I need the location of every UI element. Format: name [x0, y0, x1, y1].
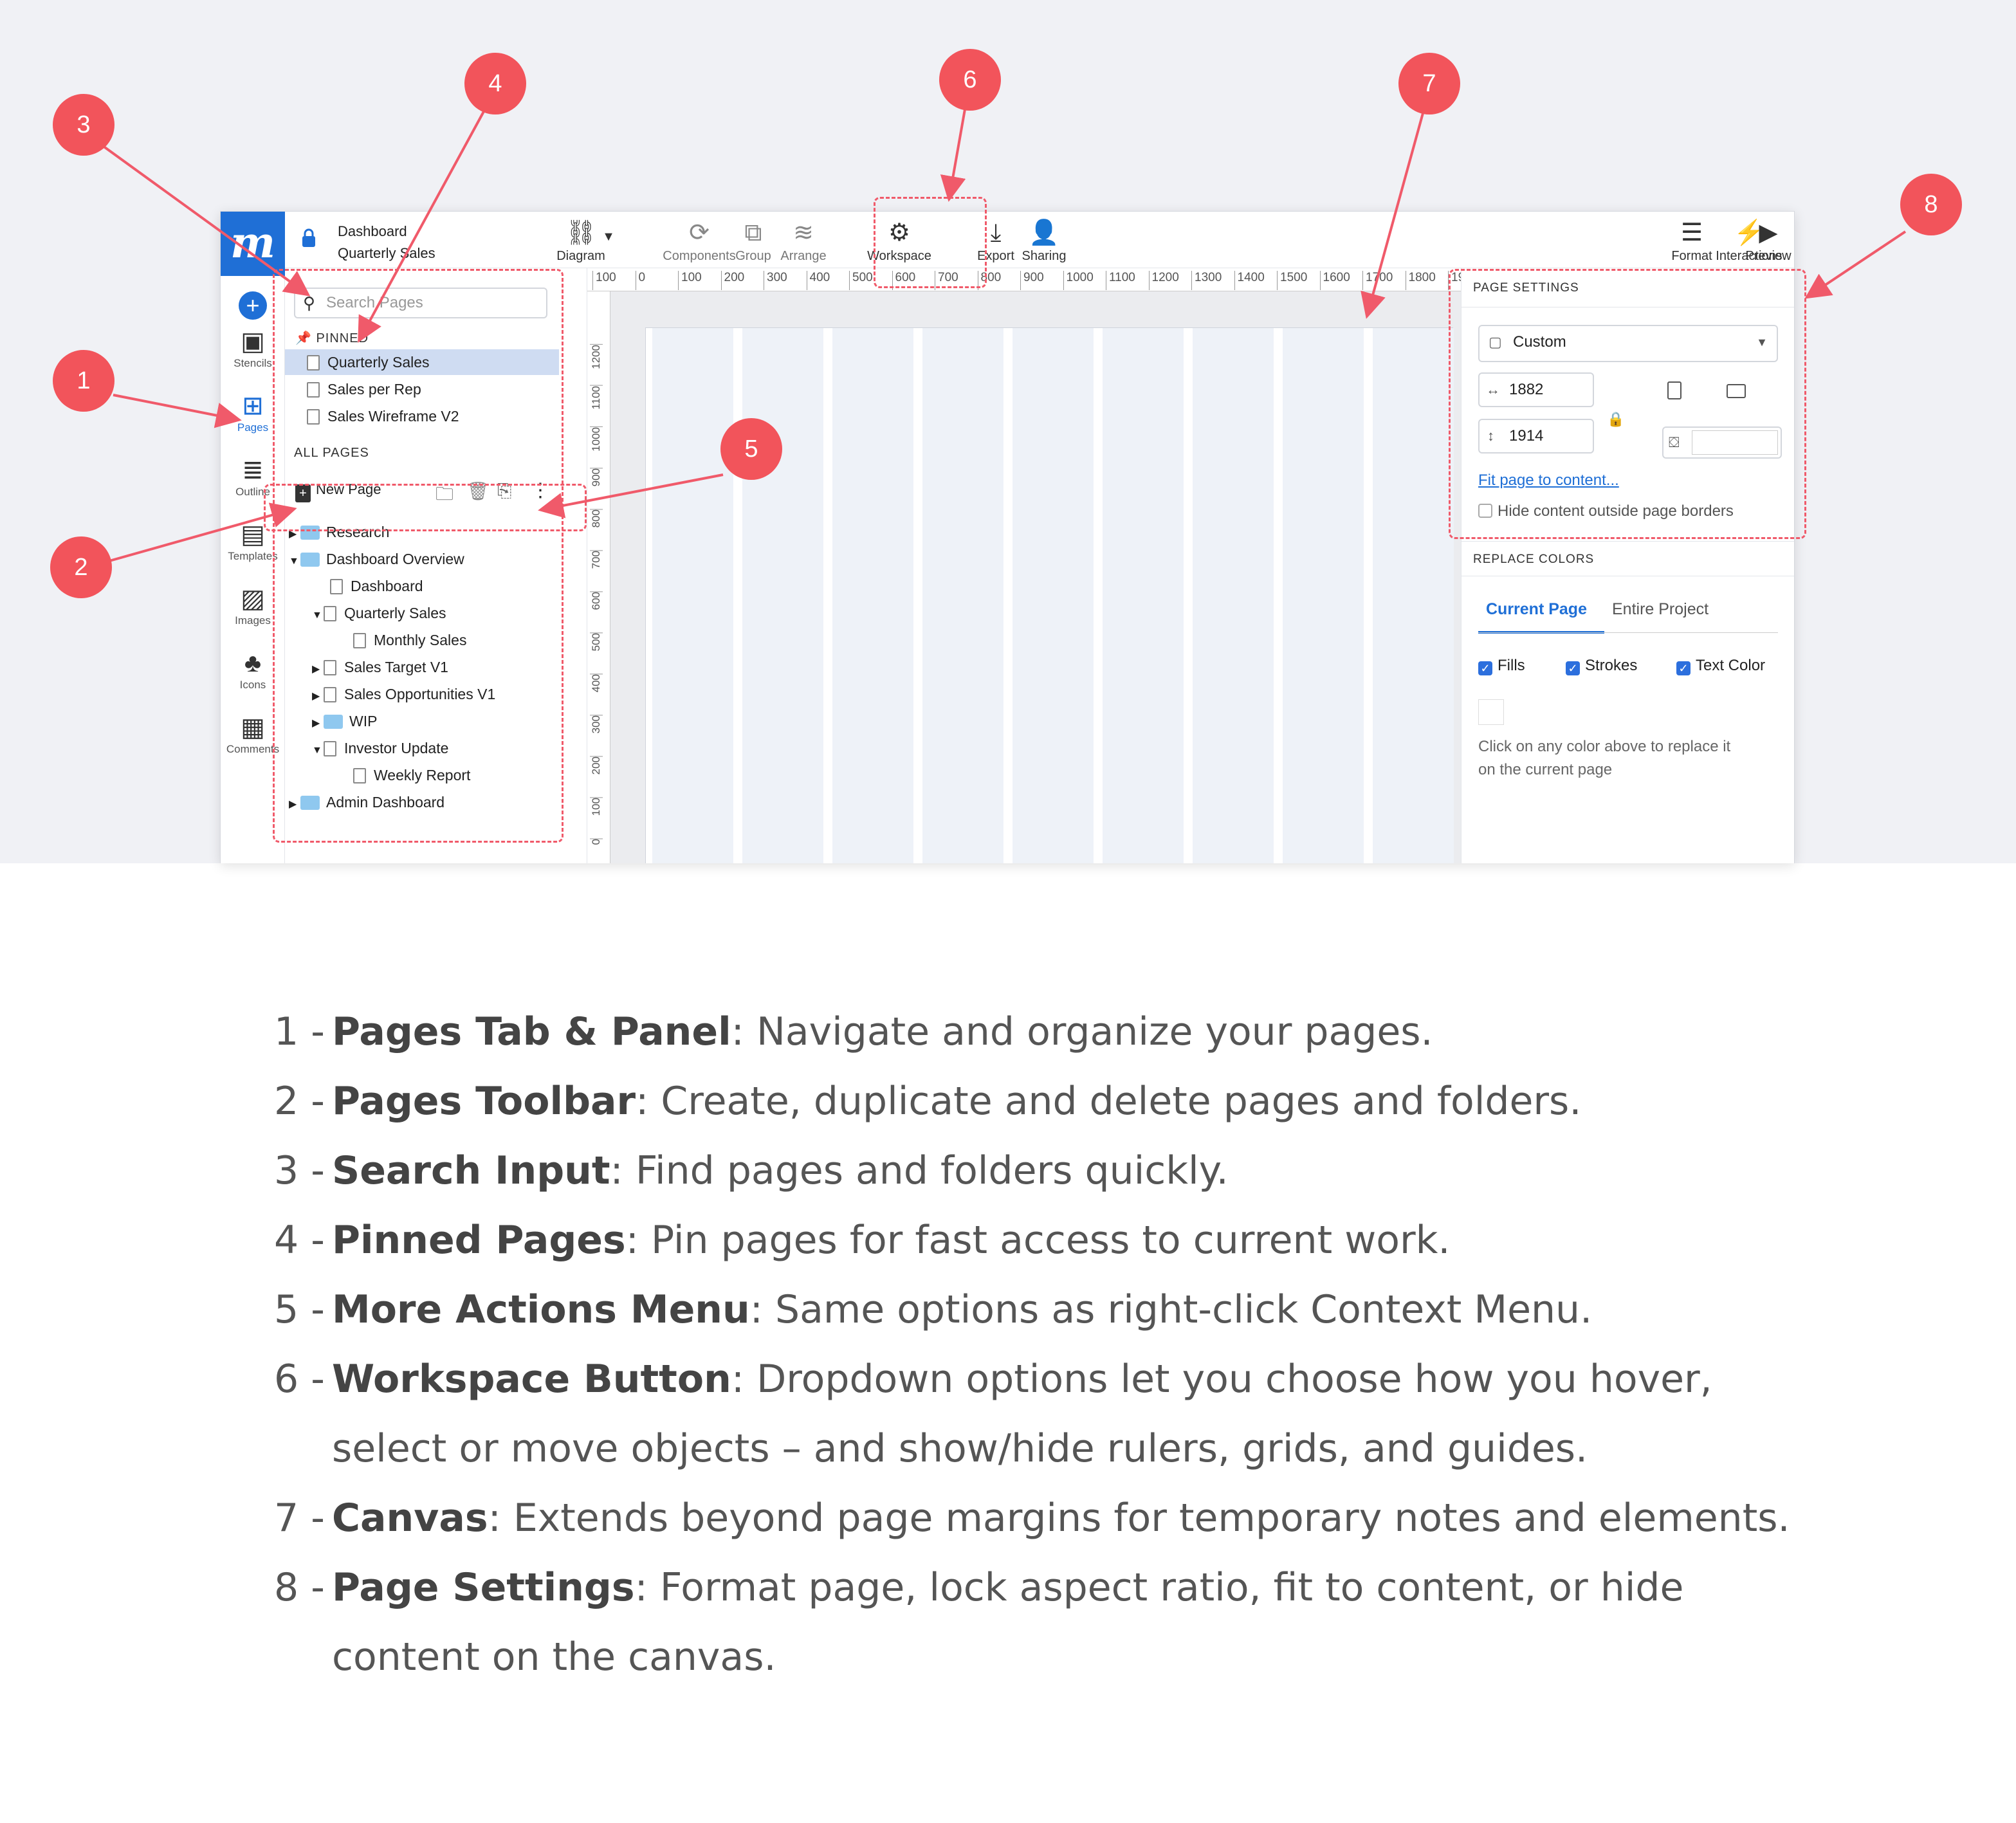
callout-2: 2	[50, 536, 112, 598]
divider	[1462, 541, 1794, 542]
callout-8: 8	[1900, 174, 1962, 235]
fills-checkbox[interactable]: ✓ Fills	[1478, 657, 1525, 675]
callout-3: 3	[53, 94, 115, 156]
format-button[interactable]: ☰ Format	[1669, 217, 1714, 264]
play-icon: ▶	[1759, 219, 1778, 246]
ruler-tick-label: 0	[590, 838, 603, 845]
callout-6: 6	[939, 49, 1001, 111]
page-title[interactable]: Quarterly Sales	[338, 245, 435, 262]
legend-item: 8 - Page Settings: Format page, lock asp…	[274, 1565, 1684, 1610]
ruler-tick-label: 900	[1020, 271, 1044, 290]
legend-item: 7 - Canvas: Extends beyond page margins …	[274, 1496, 1790, 1541]
strokes-checkbox[interactable]: ✓ Strokes	[1566, 657, 1637, 675]
ruler-tick-label: 600	[590, 591, 603, 610]
ruler-tick-label: 1400	[1234, 271, 1265, 290]
legend-item-continued: content on the canvas.	[332, 1635, 776, 1680]
replace-hint-line1: Click on any color above to replace it	[1478, 738, 1731, 755]
arrange-button[interactable]: ≋ Arrange	[778, 217, 829, 264]
ruler-tick-label: 1000	[1063, 271, 1094, 290]
app-logo[interactable]: m	[221, 212, 285, 276]
grid-column	[652, 328, 733, 863]
tab-current-page[interactable]: Current Page	[1486, 600, 1587, 619]
legend: 1 - Pages Tab & Panel: Navigate and orga…	[274, 997, 1947, 1692]
ruler-tick-label: 100	[678, 271, 702, 290]
grid-column	[922, 328, 1003, 863]
text-color-checkbox[interactable]: ✓ Text Color	[1676, 657, 1765, 675]
check-icon: ✓	[1676, 661, 1691, 675]
ruler-tick-label: 1600	[1319, 271, 1350, 290]
ruler-tick-label: 400	[806, 271, 830, 290]
legend-item: 3 - Search Input: Find pages and folders…	[274, 1148, 1229, 1193]
highlight-page-settings	[1449, 269, 1806, 539]
callout-7: 7	[1398, 53, 1460, 115]
ruler-tick-label: 1700	[1362, 271, 1393, 290]
legend-item: 6 - Workspace Button: Dropdown options l…	[274, 1357, 1712, 1402]
callout-1: 1	[53, 350, 115, 412]
highlight-workspace	[874, 197, 987, 288]
ruler-tick-label: 100	[590, 797, 603, 816]
replace-colors-header: REPLACE COLORS	[1473, 553, 1595, 566]
legend-item: 2 - Pages Toolbar: Create, duplicate and…	[274, 1079, 1582, 1124]
canvas-page[interactable]	[645, 327, 1454, 863]
ruler-tick-label: 1200	[590, 344, 603, 369]
tab-entire-project[interactable]: Entire Project	[1612, 600, 1709, 619]
ruler-tick-label: 500	[590, 632, 603, 652]
diagram-dropdown-chevron-icon[interactable]: ▼	[599, 230, 618, 244]
color-swatch-white[interactable]	[1478, 699, 1504, 725]
check-icon: ✓	[1566, 661, 1580, 675]
grid-column	[1103, 328, 1184, 863]
legend-item: 5 - More Actions Menu: Same options as r…	[274, 1287, 1593, 1332]
ruler-tick-label: 0	[635, 271, 645, 290]
sliders-icon: ☰	[1680, 219, 1703, 246]
group-button[interactable]: ⧉ Group	[733, 217, 774, 264]
ruler-tick-label: 700	[590, 550, 603, 569]
ruler-tick-label: 300	[764, 271, 787, 290]
components-icon: ⟳	[689, 219, 710, 246]
grid-column	[742, 328, 823, 863]
ruler-tick-label: 400	[590, 673, 603, 693]
add-circle-icon[interactable]: +	[239, 291, 267, 320]
ruler-tick-label: 1300	[1191, 271, 1222, 290]
preview-button[interactable]: ▶ Preview	[1743, 217, 1794, 264]
grid-column	[1193, 328, 1274, 863]
project-title[interactable]: Dashboard	[338, 223, 407, 240]
ruler-tick-label: 300	[590, 715, 603, 734]
callout-5: 5	[720, 418, 782, 480]
grid-column	[832, 328, 913, 863]
ruler-tick-label: 500	[849, 271, 873, 290]
components-button[interactable]: ⟳ Components	[658, 217, 740, 264]
canvas[interactable]: 100 0 100 200 300 400 500 600 700 800 900 1000 1100 1…	[587, 268, 1461, 863]
ruler-tick-label: 200	[720, 271, 744, 290]
ruler-tick-label: 200	[590, 756, 603, 775]
ruler-tick-label: 1800	[1405, 271, 1436, 290]
ruler-tick-label: 1200	[1148, 271, 1179, 290]
replace-hint-line2: on the current page	[1478, 761, 1613, 778]
layers-icon: ≋	[793, 219, 814, 246]
ruler-tick-label: 100	[592, 271, 616, 290]
highlight-pages-toolbar	[264, 484, 587, 531]
ruler-tick-label: 1000	[590, 426, 603, 452]
horizontal-ruler: 100 0 100 200 300 400 500 600 700 800 900 1000 1100 1…	[587, 268, 1461, 291]
tab-underline	[1478, 632, 1778, 633]
group-icon: ⧉	[744, 219, 762, 246]
legend-item-continued: select or move objects – and show/hide r…	[332, 1426, 1588, 1471]
ruler-tick-label: 1100	[590, 385, 603, 410]
lock-icon[interactable]	[302, 228, 316, 248]
highlight-pages-panel	[273, 269, 564, 843]
callout-4: 4	[464, 53, 526, 115]
sharing-button[interactable]: 👤 Sharing	[1018, 217, 1070, 264]
grid-column	[1283, 328, 1364, 863]
legend-item: 4 - Pinned Pages: Pin pages for fast acc…	[274, 1218, 1451, 1263]
check-icon: ✓	[1478, 661, 1492, 675]
ruler-tick-label: 900	[590, 468, 603, 487]
grid-column	[1013, 328, 1094, 863]
add-user-icon: 👤	[1029, 219, 1059, 246]
legend-item: 1 - Pages Tab & Panel: Navigate and orga…	[274, 1009, 1433, 1054]
top-toolbar: Dashboard Quarterly Sales ⛓ Diagram ▼ ⟳ …	[285, 212, 1794, 268]
ruler-tick-label: 800	[590, 509, 603, 528]
grid-column	[1373, 328, 1454, 863]
ruler-tick-label: 1100	[1106, 271, 1135, 290]
vertical-ruler: 0 100 200 300 400 500 600 700 800 900 1000 1100 1200	[587, 291, 610, 863]
ruler-tick-label: 1500	[1277, 271, 1307, 290]
